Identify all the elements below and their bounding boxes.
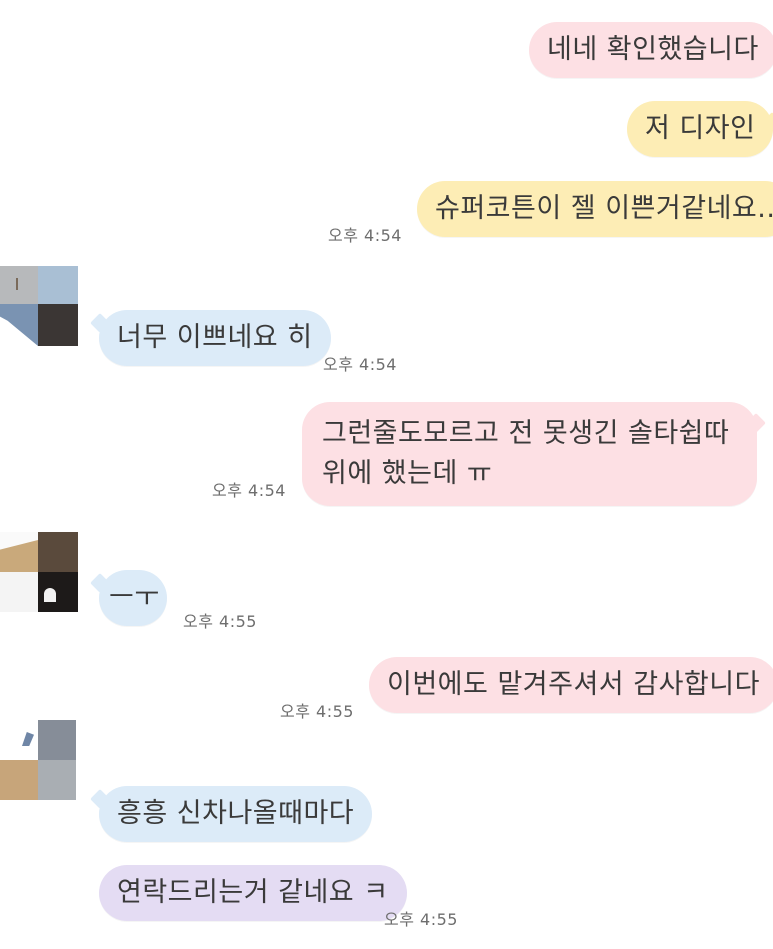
message-timestamp: 오후 4:55 bbox=[183, 612, 257, 631]
chat-conversation: 네네 확인했습니다 저 디자인 오후 4:54 슈퍼코튼이 젤 이쁜거같네요..… bbox=[0, 0, 773, 949]
avatar[interactable] bbox=[0, 532, 78, 612]
avatar[interactable] bbox=[0, 720, 78, 800]
message-bubble-received[interactable]: 연락드리는거 같네요 ㅋ bbox=[99, 865, 407, 921]
message-bubble-received[interactable]: 흥흥 신차나올때마다 bbox=[99, 786, 373, 842]
message-timestamp: 오후 4:54 bbox=[328, 226, 402, 245]
message-bubble-sent[interactable]: 이번에도 맡겨주셔서 감사합니다 bbox=[369, 657, 773, 713]
message-bubble-sent[interactable]: 그런줄도모르고 전 못생긴 솔타쉽따위에 했는데 ㅠ bbox=[302, 402, 757, 506]
message-bubble-received[interactable]: ㅡㅜ bbox=[99, 570, 167, 626]
message-bubble-sent[interactable]: 저 디자인 bbox=[627, 101, 773, 157]
avatar[interactable] bbox=[0, 266, 78, 346]
message-timestamp: 오후 4:55 bbox=[384, 910, 458, 929]
message-bubble-sent[interactable]: 슈퍼코튼이 젤 이쁜거같네요.. bbox=[417, 181, 773, 237]
message-timestamp: 오후 4:54 bbox=[212, 481, 286, 500]
message-bubble-sent[interactable]: 네네 확인했습니다 bbox=[529, 22, 773, 78]
message-bubble-received[interactable]: 너무 이쁘네요 히 bbox=[99, 310, 331, 366]
message-timestamp: 오후 4:54 bbox=[323, 355, 397, 374]
message-timestamp: 오후 4:55 bbox=[280, 702, 354, 721]
